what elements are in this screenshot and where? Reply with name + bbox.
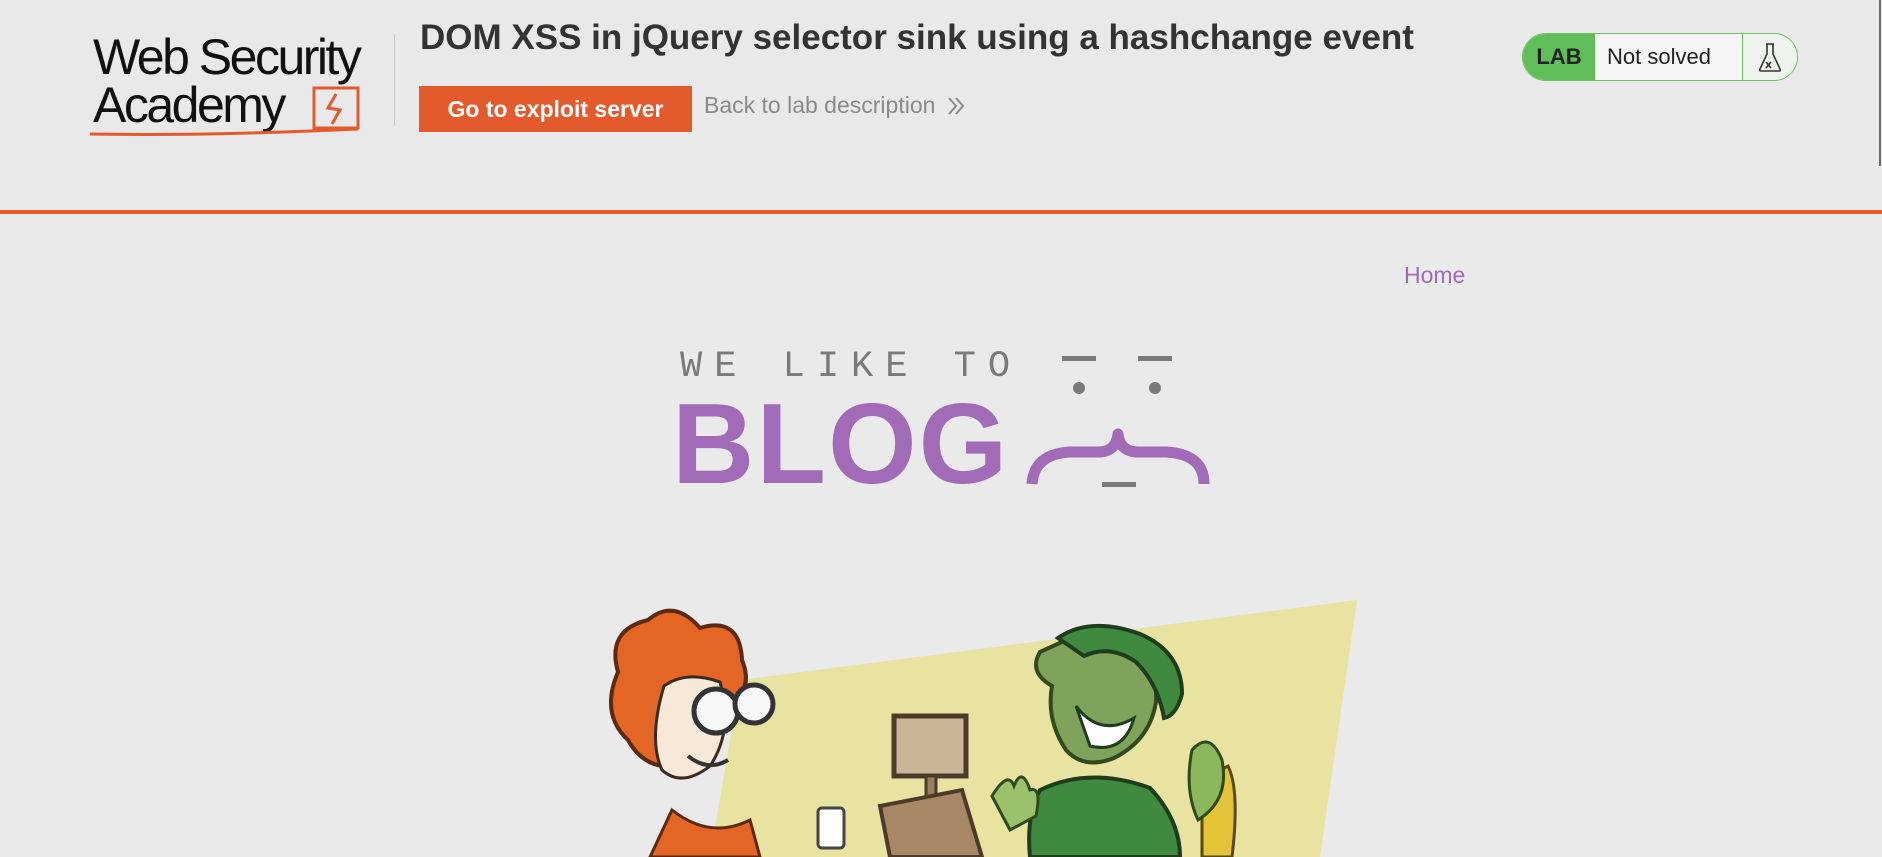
go-to-exploit-server-button[interactable]: Go to exploit server: [419, 86, 692, 132]
web-security-academy-logo[interactable]: Web Security Academy: [88, 28, 392, 140]
back-link-label: Back to lab description: [704, 92, 936, 118]
academy-header: Web Security Academy DOM XSS in jQuery s…: [0, 0, 1882, 214]
lab-status-widget: LAB Not solved: [1522, 33, 1798, 81]
lab-title: DOM XSS in jQuery selector sink using a …: [420, 18, 1414, 57]
logo-mark-icon: [89, 86, 360, 136]
lab-status-text: Not solved: [1595, 34, 1743, 80]
blog-hero-illustration: [609, 600, 1357, 857]
blog-face-icon: [1026, 356, 1210, 487]
lab-badge: LAB: [1523, 34, 1595, 80]
back-to-lab-description-link[interactable]: Back to lab description: [704, 92, 965, 119]
blog-title: BLOG: [672, 381, 1010, 508]
header-divider: [394, 34, 395, 126]
home-link[interactable]: Home: [1404, 262, 1465, 289]
chevron-double-right-icon: [948, 96, 965, 115]
flask-icon: [1743, 34, 1797, 80]
scrollbar-edge: [1879, 0, 1881, 166]
